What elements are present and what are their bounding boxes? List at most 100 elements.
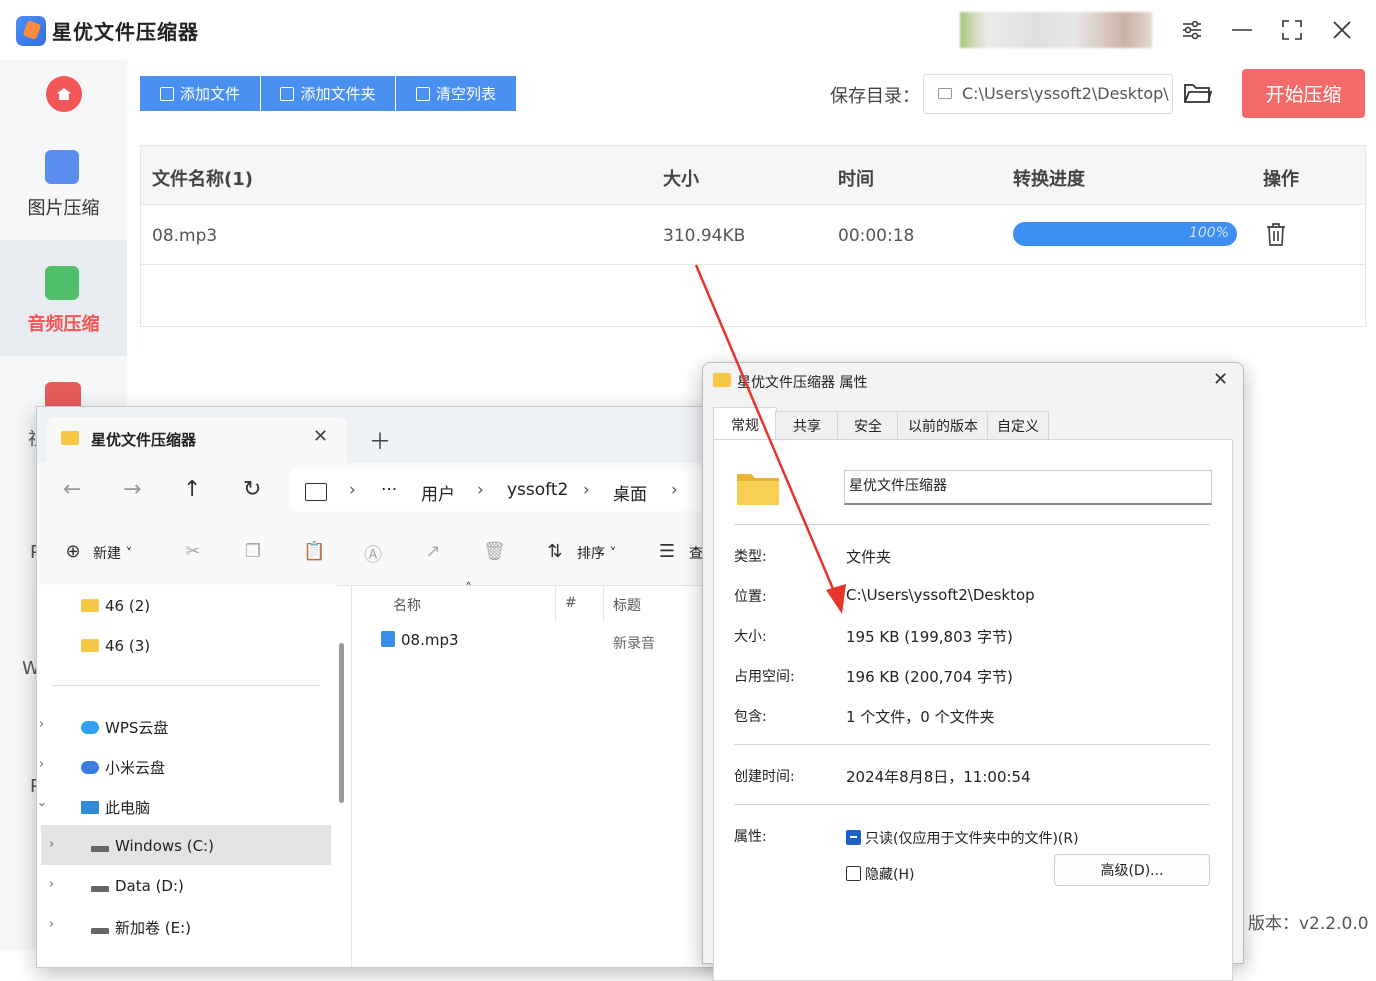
tab-sharing[interactable]: 共享 [775, 411, 839, 440]
tree-item-drive-d[interactable]: › Data (D:) [49, 877, 184, 895]
address-bar[interactable]: › ··· 用户 › yssoft2 › 桌面 › [291, 469, 737, 511]
up-arrow-icon[interactable]: ↑ [183, 477, 201, 502]
row-divider [141, 264, 1365, 265]
tree-item-drive-c[interactable]: › Windows (C:) [49, 837, 214, 855]
folder-name-input[interactable]: 星优文件压缩器 [844, 470, 1212, 505]
progress-bar: 100% [1013, 222, 1237, 246]
tree-item-mi-cloud[interactable]: › 小米云盘 [39, 757, 165, 778]
close-icon[interactable]: ✕ [1213, 369, 1228, 390]
tab-security[interactable]: 安全 [837, 411, 899, 440]
user-avatar-blurred[interactable] [960, 12, 1152, 48]
sidebar-item-image-compress[interactable]: 图片压缩 [0, 140, 127, 256]
checkbox-label: 隐藏(H) [865, 867, 915, 883]
button-label: 添加文件 [179, 85, 240, 103]
column-header-progress: 转换进度 [1013, 169, 1085, 190]
chevron-down-icon[interactable]: › [37, 802, 49, 807]
app-logo-icon [16, 16, 46, 46]
tree-item-drive-e[interactable]: › 新加卷 (E:) [49, 917, 192, 938]
chevron-right-icon[interactable]: › [39, 757, 44, 772]
progress-text: 100% [1188, 225, 1229, 241]
hidden-checkbox[interactable]: 隐藏(H) [846, 864, 914, 884]
breadcrumb-more[interactable]: ··· [381, 480, 397, 500]
breadcrumb-desktop[interactable]: 桌面 [613, 480, 647, 505]
column-separator[interactable] [555, 585, 556, 621]
folder-icon [280, 86, 295, 101]
tree-divider [51, 685, 321, 686]
dialog-title: 星优文件压缩器 属性 [737, 375, 868, 391]
file-row[interactable]: 08.mp3 [381, 631, 459, 649]
table-header: 文件名称(1) 大小 时间 转换进度 操作 [141, 146, 1365, 205]
folder-icon [61, 431, 79, 445]
refresh-icon[interactable]: ↻ [243, 477, 261, 502]
back-arrow-icon[interactable]: ← [63, 477, 81, 502]
sidebar-item-label: 音频压缩 [27, 314, 100, 335]
chevron-right-icon[interactable]: › [49, 837, 54, 852]
column-header-number[interactable]: # [565, 595, 577, 611]
delete-icon[interactable]: 🗑 [483, 541, 506, 562]
tab-customize[interactable]: 自定义 [987, 411, 1049, 440]
breadcrumb-separator: › [349, 480, 356, 500]
size-value: 195 KB (199,803 字节) [846, 628, 1013, 646]
close-icon[interactable] [1326, 14, 1358, 46]
add-file-button[interactable]: 添加文件 [140, 76, 260, 111]
save-path-input[interactable]: C:\Users\yssoft2\Desktop\ [923, 74, 1173, 114]
tree-item-label: Windows (C:) [115, 837, 214, 855]
settings-sliders-icon[interactable] [1176, 14, 1208, 46]
navigation-scrollbar[interactable] [339, 643, 344, 803]
advanced-button[interactable]: 高级(D)... [1054, 854, 1210, 886]
copy-icon[interactable]: ❐ [243, 541, 263, 562]
explorer-tab-bar: 星优文件压缩器 ✕ ＋ [37, 407, 737, 463]
chevron-right-icon[interactable]: › [49, 917, 54, 932]
monitor-icon [81, 801, 99, 814]
breadcrumb-users[interactable]: 用户 [421, 480, 455, 505]
clear-list-button[interactable]: 清空列表 [396, 76, 516, 111]
tree-item-wps-cloud[interactable]: › WPS云盘 [39, 717, 168, 738]
delete-trash-icon[interactable] [1265, 222, 1287, 246]
video-icon [45, 382, 81, 406]
sidebar-item-audio-compress[interactable]: 音频压缩 [0, 240, 127, 356]
maximize-icon[interactable] [1276, 14, 1308, 46]
divider [734, 804, 1210, 805]
contains-label: 包含: [734, 709, 767, 725]
share-icon[interactable]: ↗ [423, 541, 443, 562]
paste-icon[interactable]: 📋 [303, 541, 325, 562]
add-folder-button[interactable]: 添加文件夹 [261, 76, 395, 111]
cut-icon[interactable]: ✂ [183, 541, 203, 562]
tree-item-this-pc[interactable]: › 此电脑 [37, 797, 150, 818]
tab-previous-versions[interactable]: 以前的版本 [897, 411, 989, 440]
column-separator[interactable] [603, 585, 604, 621]
tree-item-folder[interactable]: 46 (2) [81, 597, 150, 615]
chevron-right-icon[interactable]: › [39, 717, 44, 732]
rename-icon[interactable]: Ⓐ [363, 541, 383, 566]
explorer-tab-title: 星优文件压缩器 [91, 431, 197, 449]
home-icon[interactable] [46, 76, 82, 112]
new-button[interactable]: 新建 ˅ [93, 543, 132, 563]
column-header-name: 文件名称(1) [152, 169, 253, 190]
chevron-right-icon[interactable]: › [49, 877, 54, 892]
readonly-checkbox[interactable]: 只读(仅应用于文件夹中的文件)(R) [846, 828, 1079, 848]
add-circle-icon: ⊕ [65, 541, 81, 562]
tree-item-folder[interactable]: 46 (3) [81, 637, 150, 655]
size-on-disk-value: 196 KB (200,704 字节) [846, 668, 1013, 686]
tree-item-label: 新加卷 (E:) [115, 919, 192, 937]
column-header-title[interactable]: 标题 [613, 595, 641, 615]
pane-divider[interactable] [351, 585, 352, 967]
view-button[interactable]: 查 [689, 543, 703, 563]
forward-arrow-icon[interactable]: → [123, 477, 141, 502]
save-path-value: C:\Users\yssoft2\Desktop\ [962, 84, 1169, 103]
sidebar-item-label: 图片压缩 [27, 198, 100, 219]
open-folder-icon[interactable] [1184, 82, 1212, 104]
new-tab-icon[interactable]: ＋ [369, 424, 391, 456]
column-header-name[interactable]: 名称 [393, 595, 421, 615]
button-label: 添加文件夹 [300, 85, 376, 103]
start-compress-button[interactable]: 开始压缩 [1242, 69, 1365, 118]
created-value: 2024年8月8日，11:00:54 [846, 768, 1031, 786]
tab-close-icon[interactable]: ✕ [313, 426, 328, 447]
minimize-icon[interactable] [1226, 14, 1258, 46]
explorer-tab[interactable]: 星优文件压缩器 ✕ [47, 417, 347, 463]
breadcrumb-user[interactable]: yssoft2 [507, 480, 568, 500]
size-label: 大小: [734, 629, 767, 645]
tab-general[interactable]: 常规 [713, 407, 777, 441]
sort-button[interactable]: 排序 ˅ [577, 543, 616, 563]
checkbox-indeterminate-icon [846, 830, 861, 845]
